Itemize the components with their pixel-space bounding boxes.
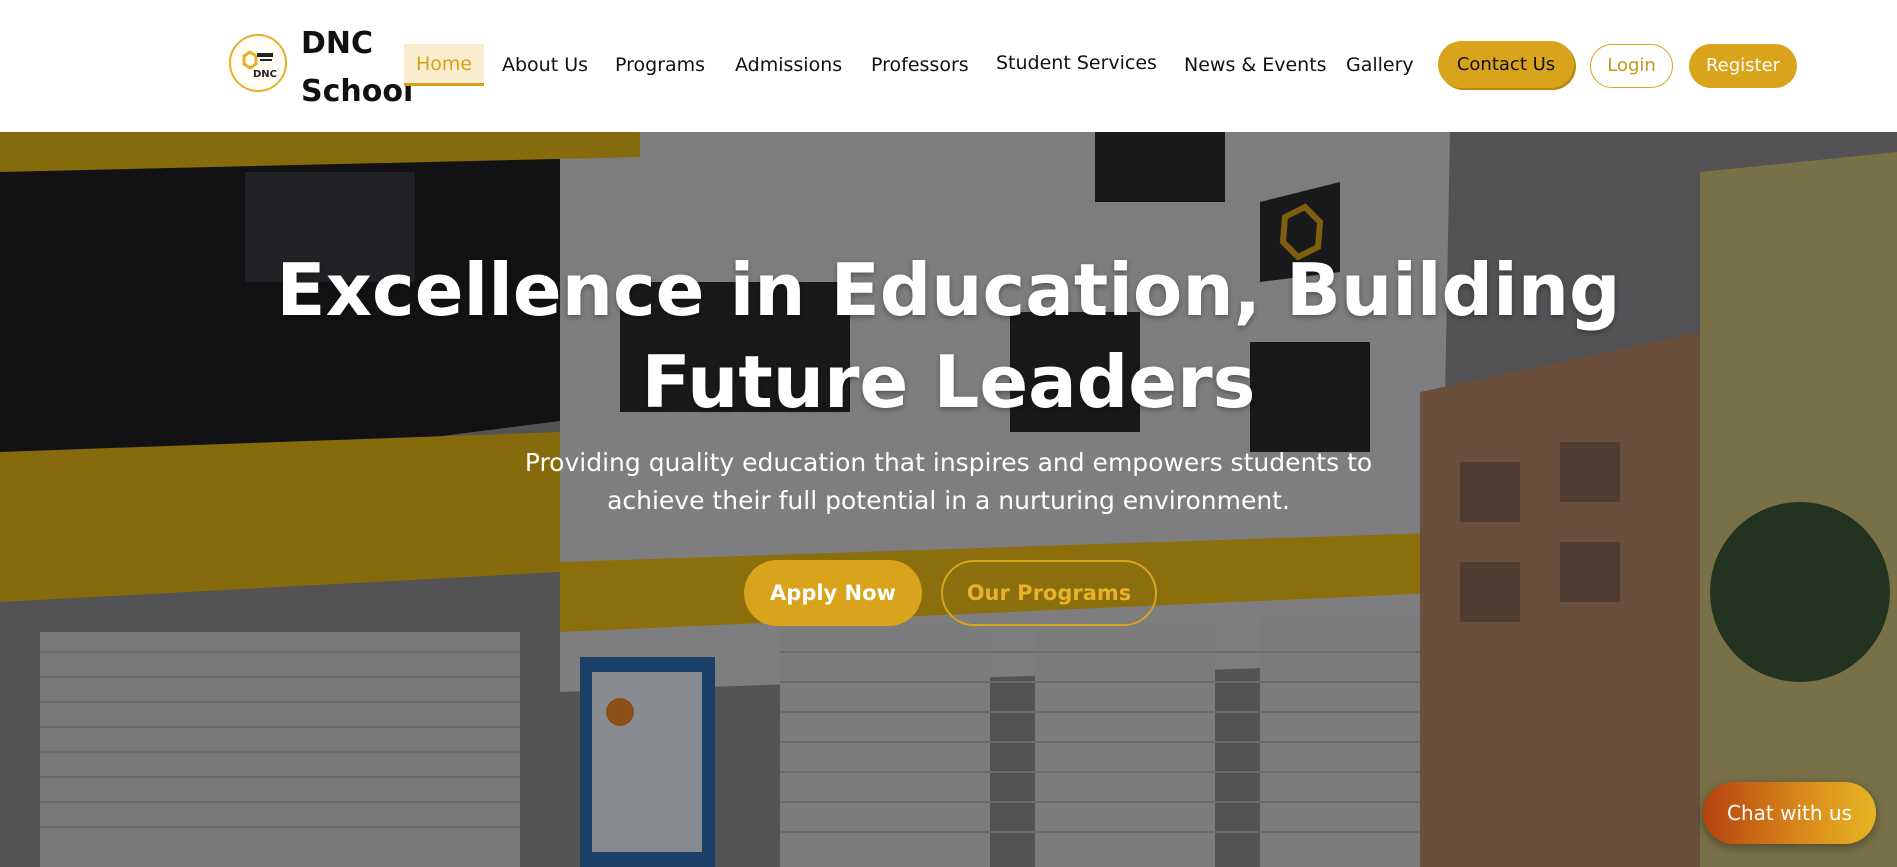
apply-now-button[interactable]: Apply Now <box>744 560 922 626</box>
login-button[interactable]: Login <box>1590 44 1673 88</box>
contact-us-button[interactable]: Contact Us <box>1438 41 1574 88</box>
nav-item-about-us[interactable]: About Us <box>502 44 588 86</box>
our-programs-button[interactable]: Our Programs <box>941 560 1157 626</box>
nav-item-professors[interactable]: Professors <box>871 44 969 86</box>
brand-name: DNC School <box>301 20 413 116</box>
hero-subtitle: Providing quality education that inspire… <box>524 448 1373 515</box>
nav-item-programs[interactable]: Programs <box>615 44 705 86</box>
hero-section: Excellence in Education, Building Future… <box>0 132 1897 867</box>
brand[interactable]: DNC DNC School <box>229 26 413 109</box>
brand-name-line2: School <box>301 74 414 109</box>
site-header: DNC DNC School Home About Us Programs Ad… <box>0 0 1897 132</box>
nav-item-student-services[interactable]: Student Services <box>996 42 1157 84</box>
nav-item-gallery[interactable]: Gallery <box>1346 44 1414 86</box>
brand-name-line1: DNC <box>301 26 374 61</box>
chat-with-us-button[interactable]: Chat with us <box>1703 782 1876 844</box>
svg-text:DNC: DNC <box>253 69 277 80</box>
hero-title: Excellence in Education, Building Future… <box>276 248 1621 424</box>
nav-item-news-events[interactable]: News & Events <box>1184 44 1327 86</box>
register-button[interactable]: Register <box>1689 44 1797 88</box>
nav-item-admissions[interactable]: Admissions <box>735 44 842 86</box>
school-logo-icon: DNC <box>229 34 287 92</box>
nav-item-home[interactable]: Home <box>404 44 485 86</box>
